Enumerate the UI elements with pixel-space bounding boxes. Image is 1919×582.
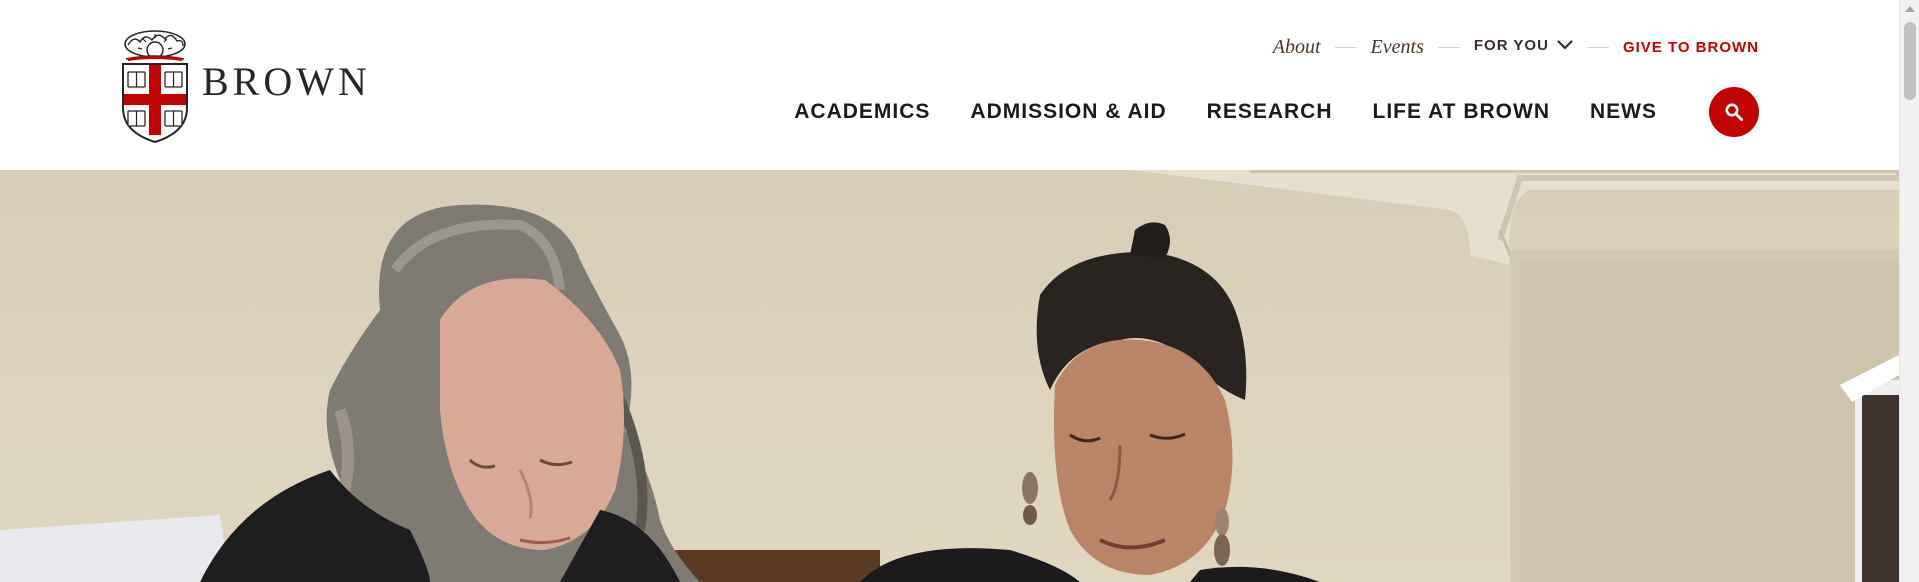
brown-shield-icon: [122, 30, 188, 144]
site-header: BROWN About Events FOR YOU GIVE TO BROWN…: [0, 0, 1899, 170]
nav-item-admission-aid[interactable]: ADMISSION & AID: [970, 100, 1166, 124]
about-link[interactable]: About: [1273, 36, 1321, 59]
for-you-label: FOR YOU: [1473, 36, 1549, 54]
search-icon: [1725, 103, 1743, 121]
utility-nav: About Events FOR YOU GIVE TO BROWN: [1273, 32, 1759, 62]
nav-item-research[interactable]: RESEARCH: [1207, 100, 1333, 124]
utility-divider: [1586, 46, 1609, 48]
utility-divider: [1334, 46, 1357, 48]
hero-image: [0, 170, 1899, 582]
search-button[interactable]: [1709, 87, 1759, 137]
scrollbar-thumb[interactable]: [1904, 22, 1916, 100]
nav-item-academics[interactable]: ACADEMICS: [794, 100, 930, 124]
brown-logo-link[interactable]: BROWN: [120, 28, 371, 144]
events-link[interactable]: Events: [1371, 36, 1424, 59]
scroll-up-arrow-icon[interactable]: [1900, 0, 1919, 17]
nav-item-news[interactable]: NEWS: [1590, 100, 1657, 124]
utility-divider: [1437, 46, 1460, 48]
main-nav: ACADEMICS ADMISSION & AID RESEARCH LIFE …: [794, 86, 1759, 138]
nav-item-life-at-brown[interactable]: LIFE AT BROWN: [1373, 100, 1550, 124]
give-to-brown-link[interactable]: GIVE TO BROWN: [1623, 39, 1759, 56]
for-you-dropdown[interactable]: FOR YOU: [1474, 37, 1573, 54]
page-scrollbar[interactable]: [1899, 0, 1919, 582]
chevron-down-icon: [1557, 37, 1573, 54]
hero-photo-illustration: [0, 170, 1899, 582]
brown-wordmark: BROWN: [202, 59, 371, 104]
